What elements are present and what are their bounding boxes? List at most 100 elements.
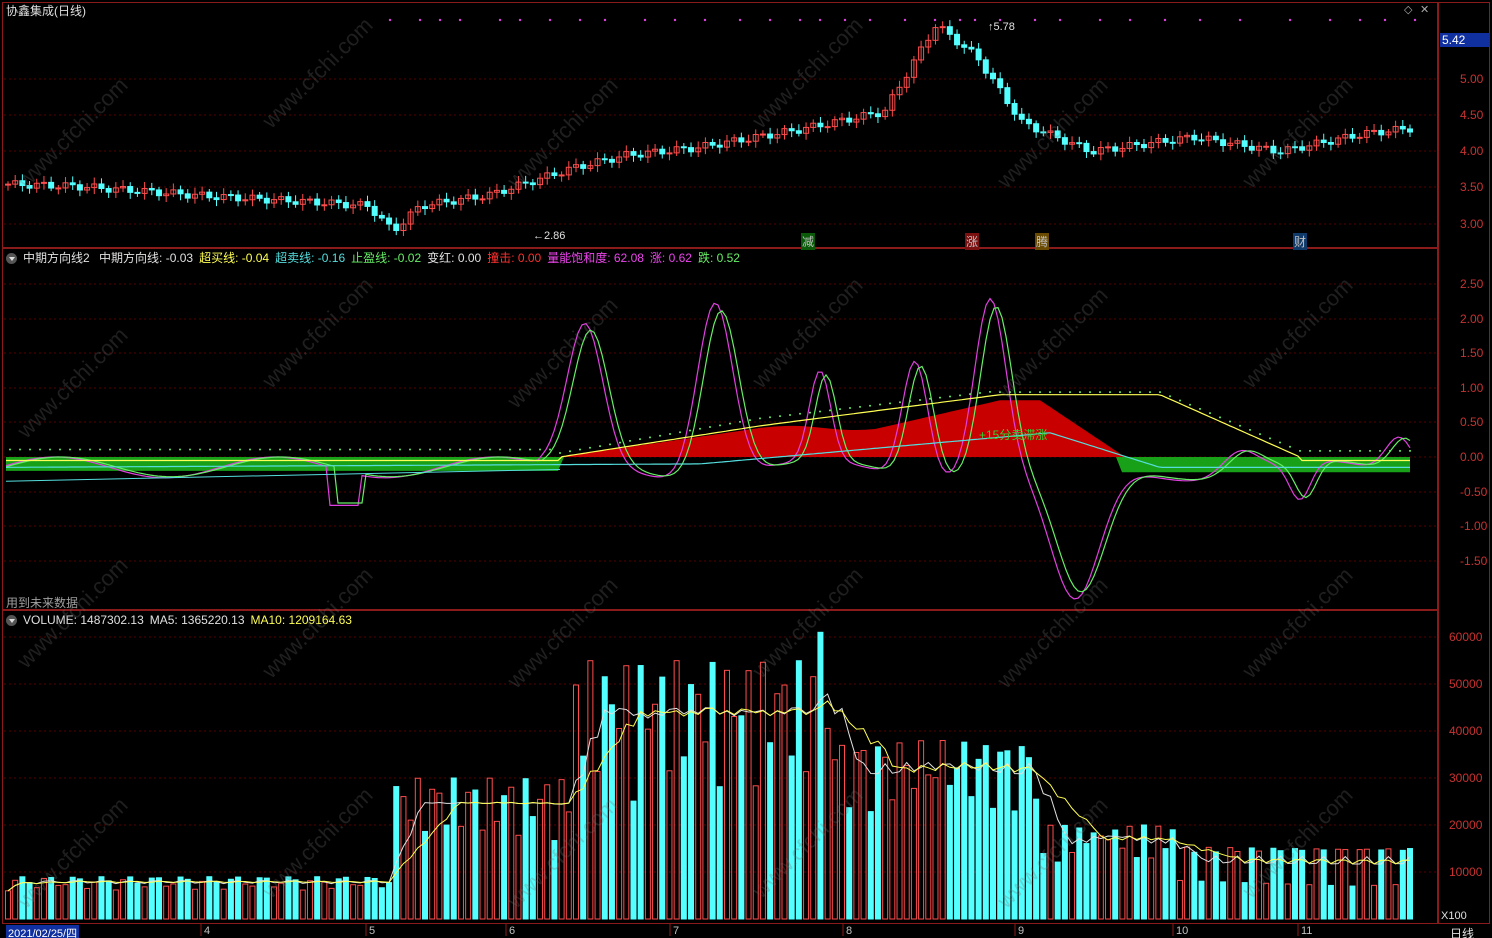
indicator-dot [1339,449,1341,452]
date-axis-month: 10 [1176,925,1189,937]
volume-bar [378,887,385,920]
candle-body [1169,141,1176,144]
indicator-dot [239,448,241,451]
period-label[interactable]: 日线 [1450,925,1474,938]
volume-bar [867,811,874,920]
candle-body [1090,151,1097,155]
indicator-dot [139,448,141,451]
candle-body [680,146,687,149]
candle-body [213,197,220,201]
indicator-dot [509,448,511,451]
candle-body [48,181,55,189]
signal-dot [1413,18,1417,22]
indicator-axis-label: 1.50 [1460,346,1484,360]
indicator-dot [1059,391,1061,394]
candle-body [1371,129,1378,132]
volume-bar [954,767,961,920]
indicator-dot [869,404,871,407]
indicator-value-3: 止盈线: -0.02 [351,251,422,265]
volume-bar [350,884,357,920]
indicator-value-2: 超卖线: -0.16 [275,251,346,265]
volume-bar [961,741,968,920]
event-chip-reduce[interactable]: 减 [801,233,816,250]
indicator-name: 中期方向线2 [23,251,90,265]
candle-body [501,189,508,194]
candle-body [867,112,874,115]
candle-body [1356,136,1363,139]
candle-body [1162,137,1169,143]
volume-bar [400,796,407,920]
indicator-dot [559,452,561,454]
candle-body [688,147,695,153]
candle-body [982,59,989,74]
indicator-dot [849,407,851,410]
candle-body [206,191,213,199]
diamond-icon[interactable]: ◇ [1404,3,1412,16]
indicator-dot [89,448,91,451]
volume-bar [62,884,69,920]
volume-bar [752,785,759,920]
volume-bar [644,728,651,920]
signal-dot [1328,18,1332,22]
indicator-value-4: 变红: 0.00 [427,251,482,265]
candle-body [134,191,141,194]
candle-body [155,189,162,197]
indicator-dot [1389,449,1391,452]
indicator-dot [629,439,631,442]
signal-dot [1358,18,1362,22]
chart-canvas[interactable] [0,0,1492,938]
indicator-dot [729,422,731,425]
volume-bar [98,876,105,920]
indicator-dot [669,432,671,435]
indicator-dot [639,438,641,441]
signal-dot [703,18,707,22]
indicator-dot [209,448,211,451]
candle-body [608,158,615,163]
candle-body [256,194,263,199]
signal-dot [578,18,582,22]
signal-dot [738,18,742,22]
indicator-dot [269,448,271,451]
signal-dot [603,18,607,22]
indicator-dot [9,448,11,451]
indicator-dot [879,403,881,406]
candle-body [745,140,752,143]
indicator-dot [479,448,481,451]
indicator-axis-label: 2.50 [1460,277,1484,291]
indicator-dot [229,448,231,451]
indicator-dot [959,394,961,397]
volume-bar [450,777,457,920]
indicator-dot [309,448,311,451]
signal-dot [798,18,802,22]
indicator-dot [719,424,721,427]
event-chip-finance[interactable]: 财 [1293,233,1308,250]
indicator-dot [179,448,181,451]
volume-bar [429,788,436,920]
candle-body [551,172,558,176]
signal-dot [643,18,647,22]
volume-bar [989,807,996,920]
signal-dot [518,18,522,22]
low-price-label: ←2.86 [533,230,566,242]
dropdown-icon[interactable] [6,615,17,627]
volume-bar [1198,880,1205,920]
volume-bar [882,756,889,920]
close-icon[interactable]: ✕ [1420,3,1429,16]
indicator-axis-label: 1.00 [1460,381,1484,395]
indicator-dot [429,448,431,451]
candle-body [659,148,666,155]
indicator-dot [129,448,131,451]
dropdown-icon[interactable] [6,253,17,265]
event-chip-rise[interactable]: 涨 [965,233,980,250]
indicator-dot [929,397,931,400]
candle-body [378,214,385,219]
indicator-dot [469,448,471,451]
indicator-dot [1259,433,1261,436]
event-chip-soar[interactable]: 腾 [1035,233,1050,250]
indicator-dot [259,448,261,451]
volume-bar [1407,848,1413,920]
indicator-dot [119,448,121,451]
volume-bar [1385,848,1392,920]
candle-body [177,189,184,195]
indicator-dot [1309,449,1311,452]
